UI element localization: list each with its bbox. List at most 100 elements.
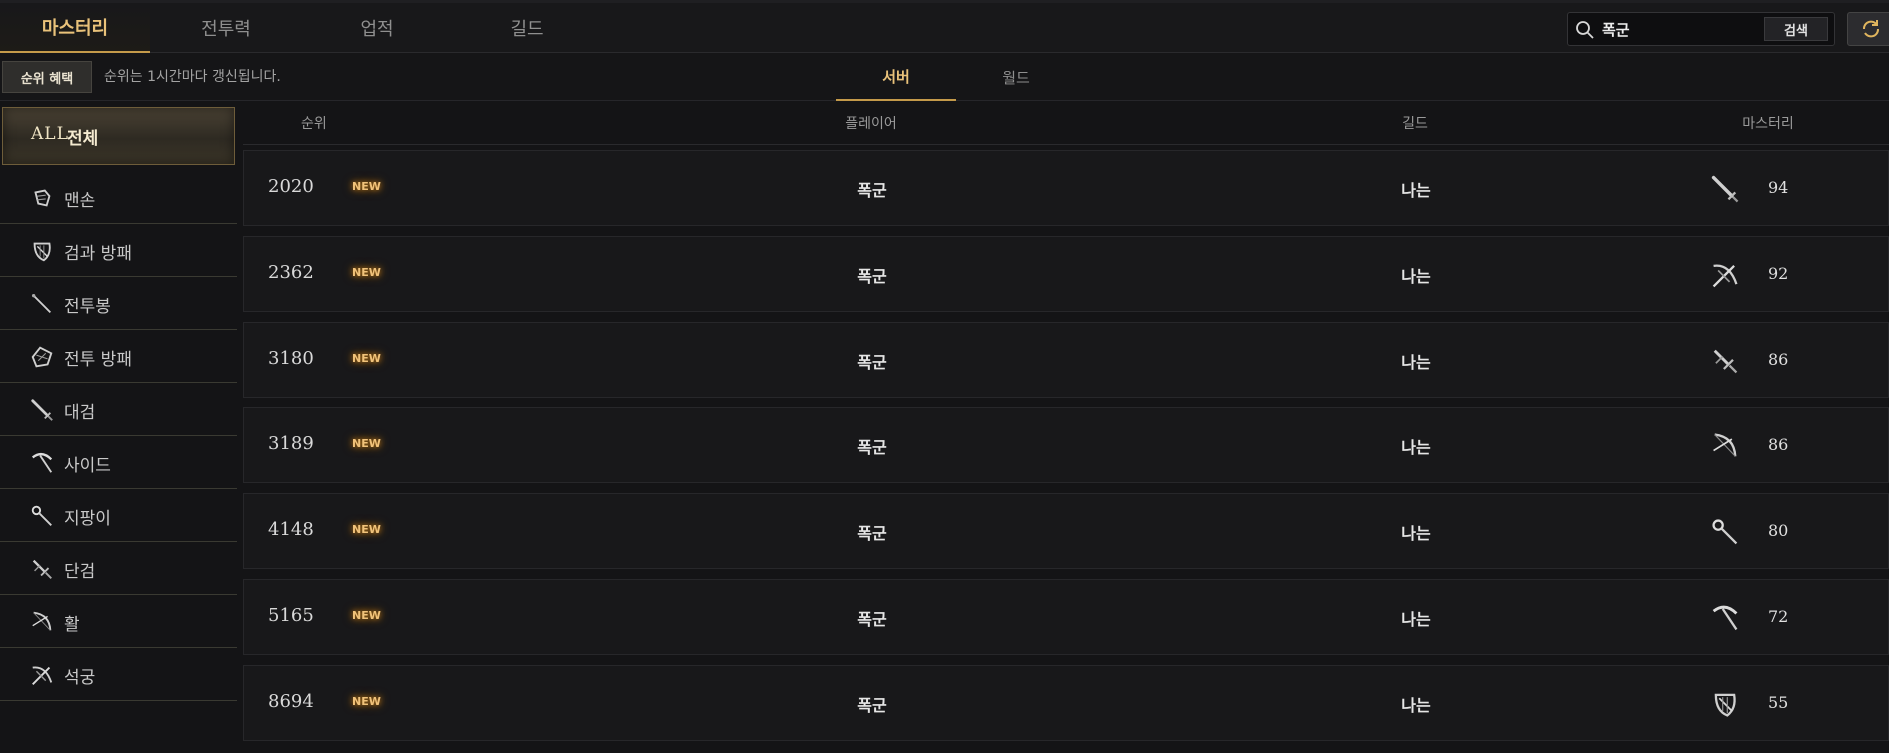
top-tab-bar: 마스터리 전투력 업적 길드 검색 (0, 0, 1889, 53)
player-name: 폭군 (857, 353, 887, 372)
rank-value: 4148 (268, 519, 314, 540)
sidebar-item-battle-staff[interactable]: 전투봉 (0, 277, 237, 330)
new-badge: NEW (352, 266, 381, 279)
tab-achievements[interactable]: 업적 (302, 3, 452, 53)
sidebar-item-crossbow[interactable]: 석궁 (0, 648, 237, 701)
table-row[interactable]: 3189 NEW 폭군 나는 86 (243, 407, 1889, 483)
sidebar-item-battle-shield[interactable]: 전투 방패 (0, 330, 237, 383)
new-badge: NEW (352, 352, 381, 365)
sidebar-item-label: 단검 (64, 562, 96, 582)
mastery-value: 72 (1768, 607, 1789, 626)
new-badge: NEW (352, 437, 381, 450)
rank-value: 5165 (268, 605, 314, 626)
sword-shield-icon (1709, 688, 1741, 720)
tab-world[interactable]: 월드 (956, 53, 1076, 101)
player-name: 폭군 (857, 696, 887, 715)
update-notice: 순위는 1시간마다 갱신됩니다. (104, 69, 281, 85)
player-name: 폭군 (857, 438, 887, 457)
search-box: 검색 (1567, 12, 1835, 46)
sidebar-item-label: 맨손 (64, 191, 96, 211)
mastery-value: 86 (1768, 350, 1789, 369)
dagger-icon (28, 555, 56, 583)
new-badge: NEW (352, 609, 381, 622)
guild-name: 나는 (1401, 267, 1431, 286)
scythe-icon (28, 449, 56, 477)
rank-value: 2020 (268, 176, 314, 197)
guild-name: 나는 (1401, 438, 1431, 457)
weapon-category-sidebar: ALL 전체 맨손 검과 방패 전투봉 전투 방패 대검 사이드 지팡이 단검 … (0, 101, 237, 701)
dagger-icon (1709, 345, 1741, 377)
table-row[interactable]: 4148 NEW 폭군 나는 80 (243, 493, 1889, 569)
header-rank: 순위 (301, 116, 327, 132)
table-row[interactable]: 3180 NEW 폭군 나는 86 (243, 322, 1889, 398)
scythe-icon (1709, 602, 1741, 634)
header-guild: 길드 (1402, 116, 1428, 132)
tab-mastery[interactable]: 마스터리 (0, 3, 150, 53)
rank-value: 8694 (268, 691, 314, 712)
new-badge: NEW (352, 695, 381, 708)
refresh-icon (1863, 20, 1879, 38)
sidebar-item-label: 활 (64, 615, 80, 635)
tab-server[interactable]: 서버 (836, 53, 956, 101)
tab-combat-power[interactable]: 전투력 (151, 3, 301, 53)
sidebar-item-all[interactable]: ALL 전체 (2, 107, 235, 165)
bow-icon (1709, 430, 1741, 462)
header-mastery: 마스터리 (1742, 116, 1794, 132)
battle-staff-icon (28, 290, 56, 318)
sidebar-item-label: 대검 (64, 403, 96, 423)
mastery-value: 94 (1768, 178, 1789, 197)
rank-value: 3180 (268, 348, 314, 369)
sidebar-item-label: 검과 방패 (64, 244, 132, 264)
rank-value: 3189 (268, 433, 314, 454)
sidebar-item-label: 전투봉 (64, 297, 111, 317)
table-row[interactable]: 8694 NEW 폭군 나는 55 (243, 665, 1889, 741)
guild-name: 나는 (1401, 696, 1431, 715)
sidebar-item-label: 전투 방패 (64, 350, 132, 370)
tab-guild[interactable]: 길드 (452, 3, 602, 53)
rank-benefit-button[interactable]: 순위 혜택 (2, 61, 92, 93)
guild-name: 나는 (1401, 524, 1431, 543)
search-button[interactable]: 검색 (1764, 17, 1828, 41)
player-name: 폭군 (857, 610, 887, 629)
crossbow-icon (1709, 259, 1741, 291)
rank-value: 2362 (268, 262, 314, 283)
sidebar-item-fist[interactable]: 맨손 (0, 171, 237, 224)
table-row[interactable]: 5165 NEW 폭군 나는 72 (243, 579, 1889, 655)
table-row[interactable]: 2020 NEW 폭군 나는 94 (243, 150, 1889, 226)
table-row[interactable]: 2362 NEW 폭군 나는 92 (243, 236, 1889, 312)
player-name: 폭군 (857, 524, 887, 543)
sidebar-item-label: 석궁 (64, 668, 96, 688)
mastery-value: 86 (1768, 435, 1789, 454)
greatsword-icon (1709, 173, 1741, 205)
guild-name: 나는 (1401, 353, 1431, 372)
guild-name: 나는 (1401, 181, 1431, 200)
sidebar-item-sword-shield[interactable]: 검과 방패 (0, 224, 237, 277)
mastery-value: 55 (1768, 693, 1789, 712)
refresh-button[interactable] (1847, 12, 1889, 46)
sidebar-item-dagger[interactable]: 단검 (0, 542, 237, 595)
search-input[interactable] (1602, 18, 1762, 40)
crossbow-icon (28, 661, 56, 689)
guild-name: 나는 (1401, 610, 1431, 629)
fist-icon (28, 184, 56, 212)
sidebar-item-label: 전체 (67, 129, 99, 149)
sidebar-item-wand[interactable]: 지팡이 (0, 489, 237, 542)
sub-bar: 순위 혜택 순위는 1시간마다 갱신됩니다. 서버 월드 (0, 53, 1889, 101)
mastery-value: 80 (1768, 521, 1789, 540)
mastery-value: 92 (1768, 264, 1789, 283)
sidebar-item-label: 사이드 (64, 456, 111, 476)
search-icon (1576, 21, 1594, 39)
sidebar-item-scythe[interactable]: 사이드 (0, 436, 237, 489)
player-name: 폭군 (857, 181, 887, 200)
sidebar-item-bow[interactable]: 활 (0, 595, 237, 648)
header-player: 플레이어 (845, 116, 897, 132)
all-icon: ALL (31, 124, 69, 144)
wand-icon (1709, 516, 1741, 548)
ranking-table-header: 순위 플레이어 길드 마스터리 (243, 101, 1889, 145)
bow-icon (28, 608, 56, 636)
wand-icon (28, 502, 56, 530)
new-badge: NEW (352, 180, 381, 193)
sidebar-item-greatsword[interactable]: 대검 (0, 383, 237, 436)
new-badge: NEW (352, 523, 381, 536)
player-name: 폭군 (857, 267, 887, 286)
